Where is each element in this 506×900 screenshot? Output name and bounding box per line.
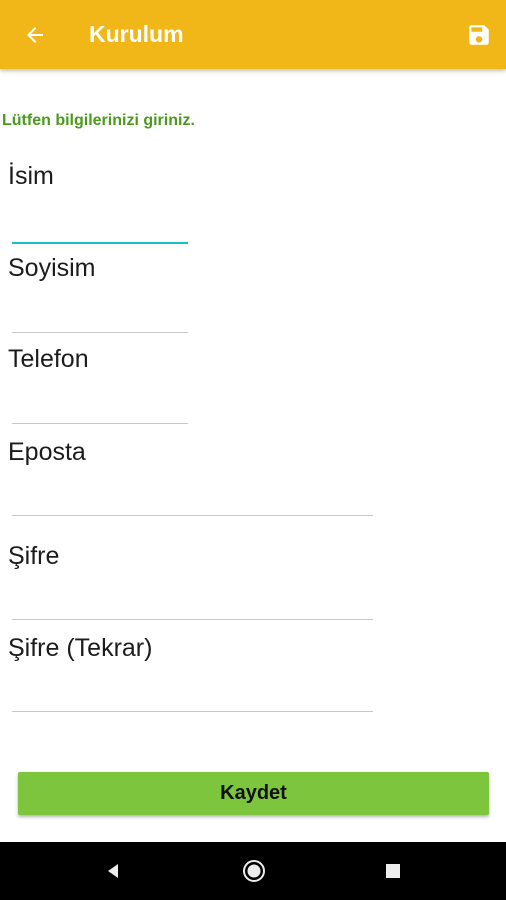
email-input[interactable]	[12, 479, 373, 516]
circle-home-icon	[243, 860, 265, 882]
floppy-disk-icon	[469, 25, 489, 45]
password-label: Şifre	[8, 542, 60, 570]
app-bar: Kurulum	[0, 0, 506, 69]
password-input[interactable]	[12, 583, 373, 620]
password-confirm-input[interactable]	[12, 675, 373, 712]
phone-label: Telefon	[8, 345, 89, 373]
email-label: Eposta	[8, 438, 86, 466]
nav-recents-button[interactable]	[375, 853, 411, 889]
nav-back-button[interactable]	[95, 853, 131, 889]
save-button[interactable]: Kaydet	[18, 772, 489, 815]
page-title: Kurulum	[89, 21, 184, 47]
square-recents-icon	[386, 864, 400, 878]
back-button[interactable]	[14, 14, 56, 56]
system-nav-bar	[0, 842, 506, 900]
last-name-input[interactable]	[12, 296, 188, 333]
instructions-text: Lütfen bilgilerinizi giriniz.	[2, 112, 195, 129]
first-name-label: İsim	[8, 162, 54, 190]
arrow-left-icon	[27, 27, 43, 43]
first-name-input[interactable]	[12, 206, 188, 244]
save-icon-button[interactable]	[458, 14, 500, 56]
password-confirm-label: Şifre (Tekrar)	[8, 634, 153, 662]
last-name-label: Soyisim	[8, 254, 96, 282]
phone-input[interactable]	[12, 387, 188, 424]
triangle-back-icon	[108, 864, 118, 878]
nav-home-button[interactable]	[236, 853, 272, 889]
